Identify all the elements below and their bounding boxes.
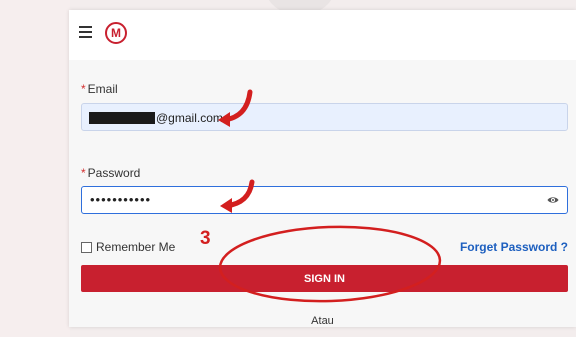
- or-divider-label: Atau: [311, 315, 334, 327]
- hamburger-icon[interactable]: [79, 26, 92, 38]
- forget-password-link[interactable]: Forget Password ?: [460, 240, 568, 254]
- email-value: @gmail.com: [156, 111, 223, 125]
- sign-in-button[interactable]: SIGN IN: [81, 265, 568, 292]
- remember-checkbox[interactable]: [81, 241, 92, 253]
- eye-icon[interactable]: [547, 194, 559, 206]
- top-bar: M: [69, 10, 576, 61]
- password-field[interactable]: •••••••••••: [81, 186, 568, 214]
- email-label: * Email: [81, 82, 118, 96]
- background-left: [0, 0, 70, 337]
- login-form: * Email @gmail.com * Password ••••••••••• …: [69, 60, 576, 327]
- password-value: •••••••••••: [90, 192, 152, 207]
- step-number: 3: [200, 228, 211, 249]
- brand-logo-icon[interactable]: M: [105, 22, 127, 44]
- password-label: * Password: [81, 166, 141, 180]
- redaction-mask: [89, 112, 155, 124]
- remember-label: Remember Me: [96, 240, 176, 254]
- email-field[interactable]: @gmail.com: [81, 103, 568, 131]
- login-card: M * Email @gmail.com * Password ••••••••••…: [69, 10, 576, 327]
- remember-me[interactable]: Remember Me: [81, 240, 175, 254]
